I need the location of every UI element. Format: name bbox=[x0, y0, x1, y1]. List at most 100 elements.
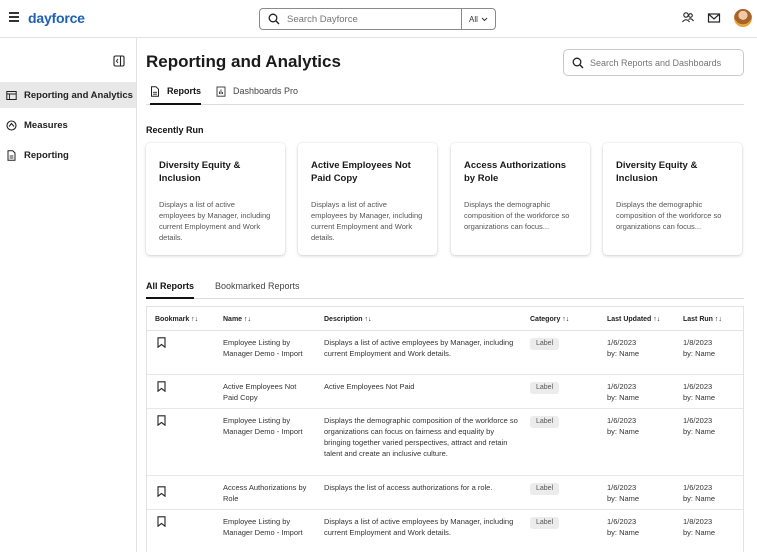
category-badge: Label bbox=[530, 382, 560, 394]
category-badge: Label bbox=[530, 416, 560, 428]
recent-report-card[interactable]: Access Authorizations by Role Displays t… bbox=[451, 143, 590, 255]
document-icon bbox=[151, 86, 159, 97]
table-row[interactable]: Employee Listing by Manager Demo - Impor… bbox=[147, 409, 743, 476]
recent-report-card[interactable]: Diversity Equity & Inclusion Displays th… bbox=[603, 143, 742, 255]
last-run-date: 1/8/2023 bbox=[683, 338, 713, 347]
sidebar-item-label: Measures bbox=[24, 119, 68, 131]
category-badge: Label bbox=[530, 338, 560, 350]
last-updated-by: by: Name bbox=[607, 494, 640, 503]
card-title: Access Authorizations by Role bbox=[464, 160, 567, 184]
dashboard-icon bbox=[216, 86, 226, 97]
report-description: Active Employees Not Paid bbox=[324, 382, 415, 391]
last-run-by: by: Name bbox=[683, 494, 716, 503]
report-name[interactable]: Employee Listing by Manager Demo - Impor… bbox=[223, 337, 313, 359]
menu-icon[interactable] bbox=[9, 12, 19, 22]
bookmark-icon[interactable] bbox=[157, 415, 166, 426]
table-header: Bookmark ↑↓ Name ↑↓ Description ↑↓ Categ… bbox=[147, 307, 743, 331]
search-scope-label: All bbox=[469, 14, 478, 24]
last-run-by: by: Name bbox=[683, 349, 716, 358]
column-header-description[interactable]: Description ↑↓ bbox=[324, 316, 371, 323]
recent-report-card[interactable]: Diversity Equity & Inclusion Displays a … bbox=[146, 143, 285, 255]
last-updated-date: 1/6/2023 bbox=[607, 338, 637, 347]
global-search-input[interactable] bbox=[287, 13, 447, 25]
table-row[interactable]: Employee Listing by Manager Demo - Impor… bbox=[147, 510, 743, 552]
last-updated-date: 1/6/2023 bbox=[607, 416, 637, 425]
column-header-bookmark[interactable]: Bookmark ↑↓ bbox=[155, 316, 198, 323]
category-badge: Label bbox=[530, 483, 560, 495]
sidebar-item-reporting-analytics[interactable]: Reporting and Analytics bbox=[0, 82, 136, 108]
last-updated-date: 1/6/2023 bbox=[607, 382, 637, 391]
tab-reports[interactable]: Reports bbox=[150, 86, 202, 105]
category-badge: Label bbox=[530, 517, 560, 529]
table-row[interactable]: Active Employees Not Paid Copy Active Em… bbox=[147, 375, 743, 409]
bookmark-icon[interactable] bbox=[157, 381, 166, 392]
tab-label: Reports bbox=[167, 86, 202, 96]
tab-all-reports[interactable]: All Reports bbox=[146, 281, 195, 299]
card-title: Active Employees Not Paid Copy bbox=[311, 160, 411, 184]
report-name[interactable]: Employee Listing by Manager Demo - Impor… bbox=[223, 415, 313, 437]
last-run-date: 1/6/2023 bbox=[683, 483, 713, 492]
table-row[interactable]: Employee Listing by Manager Demo - Impor… bbox=[147, 331, 743, 375]
last-updated-date: 1/6/2023 bbox=[607, 483, 637, 492]
card-description: Displays a list of active employees by M… bbox=[159, 200, 271, 242]
last-run-date: 1/6/2023 bbox=[683, 416, 713, 425]
last-run-by: by: Name bbox=[683, 427, 716, 436]
people-icon[interactable] bbox=[681, 11, 695, 25]
card-title: Diversity Equity & Inclusion bbox=[159, 160, 241, 184]
report-name[interactable]: Active Employees Not Paid Copy bbox=[223, 381, 313, 403]
sidebar-item-reporting[interactable]: Reporting bbox=[0, 142, 136, 168]
last-run-date: 1/8/2023 bbox=[683, 517, 713, 526]
report-name[interactable]: Employee Listing by Manager Demo - Impor… bbox=[223, 516, 313, 538]
reports-table: Bookmark ↑↓ Name ↑↓ Description ↑↓ Categ… bbox=[146, 306, 744, 552]
tab-bookmarked-reports[interactable]: Bookmarked Reports bbox=[215, 281, 300, 299]
report-description: Displays a list of active employees by M… bbox=[324, 517, 514, 537]
user-avatar[interactable] bbox=[734, 9, 752, 27]
global-search[interactable]: All bbox=[259, 8, 496, 30]
sidebar-item-label: Reporting bbox=[24, 149, 69, 161]
last-updated-date: 1/6/2023 bbox=[607, 517, 637, 526]
report-name[interactable]: Access Authorizations by Role bbox=[223, 482, 313, 504]
bookmark-icon[interactable] bbox=[157, 486, 166, 497]
last-updated-by: by: Name bbox=[607, 427, 640, 436]
last-run-by: by: Name bbox=[683, 528, 716, 537]
last-updated-by: by: Name bbox=[607, 393, 640, 402]
last-run-by: by: Name bbox=[683, 393, 716, 402]
column-header-name[interactable]: Name ↑↓ bbox=[223, 316, 251, 323]
sidebar-item-measures[interactable]: Measures bbox=[0, 112, 136, 138]
report-grid-icon bbox=[6, 90, 17, 100]
search-scope-dropdown[interactable]: All bbox=[461, 9, 495, 29]
mail-icon[interactable] bbox=[707, 11, 721, 25]
column-header-last-updated[interactable]: Last Updated ↑↓ bbox=[607, 316, 660, 323]
search-icon bbox=[268, 13, 280, 25]
chevron-down-icon bbox=[481, 17, 488, 21]
top-bar: dayforce All bbox=[0, 0, 757, 38]
last-updated-by: by: Name bbox=[607, 349, 640, 358]
bookmark-icon[interactable] bbox=[157, 337, 166, 348]
column-header-last-run[interactable]: Last Run ↑↓ bbox=[683, 316, 722, 323]
report-description: Displays the demographic composition of … bbox=[324, 416, 518, 458]
document-icon bbox=[7, 149, 16, 161]
recently-run-heading: Recently Run bbox=[146, 125, 204, 135]
collapse-sidebar-icon[interactable] bbox=[113, 55, 125, 67]
last-run-date: 1/6/2023 bbox=[683, 382, 713, 391]
reports-search-input[interactable] bbox=[590, 57, 740, 68]
card-title: Diversity Equity & Inclusion bbox=[616, 160, 698, 184]
app-logo[interactable]: dayforce bbox=[28, 10, 85, 26]
measure-icon bbox=[6, 119, 17, 131]
tab-dashboards-pro[interactable]: Dashboards Pro bbox=[216, 86, 298, 105]
search-icon bbox=[572, 57, 584, 68]
card-description: Displays the demographic composition of … bbox=[464, 200, 570, 231]
card-description: Displays a list of active employees by M… bbox=[311, 200, 423, 242]
card-description: Displays the demographic composition of … bbox=[616, 200, 722, 231]
report-description: Displays the list of access authorizatio… bbox=[324, 483, 493, 492]
page-title: Reporting and Analytics bbox=[146, 52, 341, 71]
last-updated-by: by: Name bbox=[607, 528, 640, 537]
reports-search[interactable] bbox=[563, 49, 744, 76]
bookmark-icon[interactable] bbox=[157, 516, 166, 527]
recent-report-card[interactable]: Active Employees Not Paid Copy Displays … bbox=[298, 143, 437, 255]
table-row[interactable]: Access Authorizations by Role Displays t… bbox=[147, 476, 743, 510]
column-header-category[interactable]: Category ↑↓ bbox=[530, 316, 569, 323]
sidebar-item-label: Reporting and Analytics bbox=[24, 89, 133, 101]
tab-label: Dashboards Pro bbox=[233, 86, 299, 96]
report-description: Displays a list of active employees by M… bbox=[324, 338, 514, 358]
